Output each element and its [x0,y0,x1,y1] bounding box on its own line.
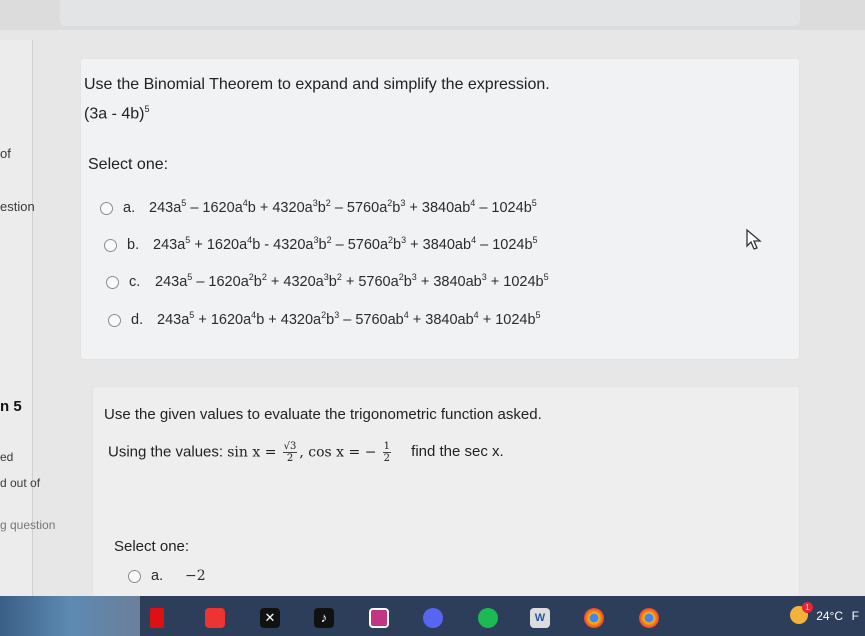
q5-option-a-letter: a. [151,568,164,584]
sin-expression: sin x = [227,444,277,461]
radio-icon[interactable] [106,275,119,289]
side-marks: d out of [0,476,41,490]
question-4-select-one: Select one: [88,156,169,173]
option-b-text: 243a5 + 1620a4b - 4320a3b2 – 5760a2b3 + … [153,235,538,253]
q5-option-a[interactable]: a. −2 [128,568,206,584]
chrome-icon-2[interactable] [639,608,659,628]
quiz-navigation-panel [0,40,33,596]
cos-denominator: 2 [383,453,390,464]
windows-taskbar: ✕ ♪ W 1 24°C F [0,596,865,636]
tray-overflow-text: F [851,609,859,623]
option-b-letter: b. [127,236,140,253]
expression-base: (3a - 4b) [84,105,145,123]
sin-denominator: 2 [286,453,294,464]
option-b[interactable]: b. 243a5 + 1620a4b - 4320a3b2 – 5760a2b3… [104,235,538,253]
question-5-values: Using the values: sin x = √3 2, cos x = −… [108,441,504,464]
cos-expression: , cos x = − [299,444,377,461]
flag-question-link[interactable]: g question [0,518,55,532]
option-a-text: 243a5 – 1620a4b + 4320a3b2 – 5760a2b3 + … [149,198,537,216]
word-icon[interactable]: W [530,608,550,628]
chrome-icon[interactable] [584,608,604,628]
discord-icon[interactable] [423,608,443,628]
page-header-strip [60,0,800,26]
values-prefix: Using the values: [108,443,224,461]
youtube-icon[interactable] [205,608,225,628]
option-a[interactable]: a. 243a5 – 1620a4b + 4320a3b2 – 5760a2b3… [100,198,537,216]
side-text-of: of [0,146,11,161]
browser-top-bar [0,0,865,30]
option-d[interactable]: d. 243a5 + 1620a4b + 4320a2b3 – 5760ab4 … [108,310,541,328]
option-a-letter: a. [123,199,136,216]
sin-numerator: √3 [282,441,298,453]
x-icon[interactable]: ✕ [260,608,280,628]
sin-fraction: √3 2 [282,441,298,464]
cos-numerator: 1 [382,441,391,453]
notification-badge: 1 [802,602,813,613]
taskbar-wallpaper-preview [0,596,140,636]
radio-icon[interactable] [104,238,117,252]
instagram-icon[interactable] [369,608,389,628]
option-c-letter: c. [129,273,141,290]
q5-option-a-value: −2 [185,568,206,584]
tiktok-icon[interactable]: ♪ [314,608,334,628]
temperature-label: 24°C [816,609,843,623]
side-text-question: estion [0,199,35,214]
option-d-text: 243a5 + 1620a4b + 4320a2b3 – 5760ab4 + 3… [157,310,541,328]
cos-fraction: 12 [382,441,391,464]
expression-exponent: 5 [144,104,150,114]
option-c[interactable]: c. 243a5 – 1620a2b2 + 4320a3b2 + 5760a2b… [106,272,549,290]
netflix-icon[interactable] [150,608,164,628]
question-4-prompt: Use the Binomial Theorem to expand and s… [84,76,550,93]
question-5-select-one: Select one: [114,538,190,555]
spotify-icon[interactable] [478,608,498,628]
side-status: ed [0,450,14,464]
radio-icon[interactable] [100,201,113,215]
mouse-cursor-icon [746,228,762,250]
question-4-expression: (3a - 4b)5 [84,104,149,123]
option-c-text: 243a5 – 1620a2b2 + 4320a3b2 + 5760a2b3 +… [155,272,549,290]
radio-icon[interactable] [128,569,141,583]
question-5-prompt: Use the given values to evaluate the tri… [104,406,542,423]
option-d-letter: d. [131,311,144,328]
find-instruction: find the sec x. [411,443,504,461]
radio-icon[interactable] [108,313,121,327]
side-question-number: n 5 [0,398,22,415]
